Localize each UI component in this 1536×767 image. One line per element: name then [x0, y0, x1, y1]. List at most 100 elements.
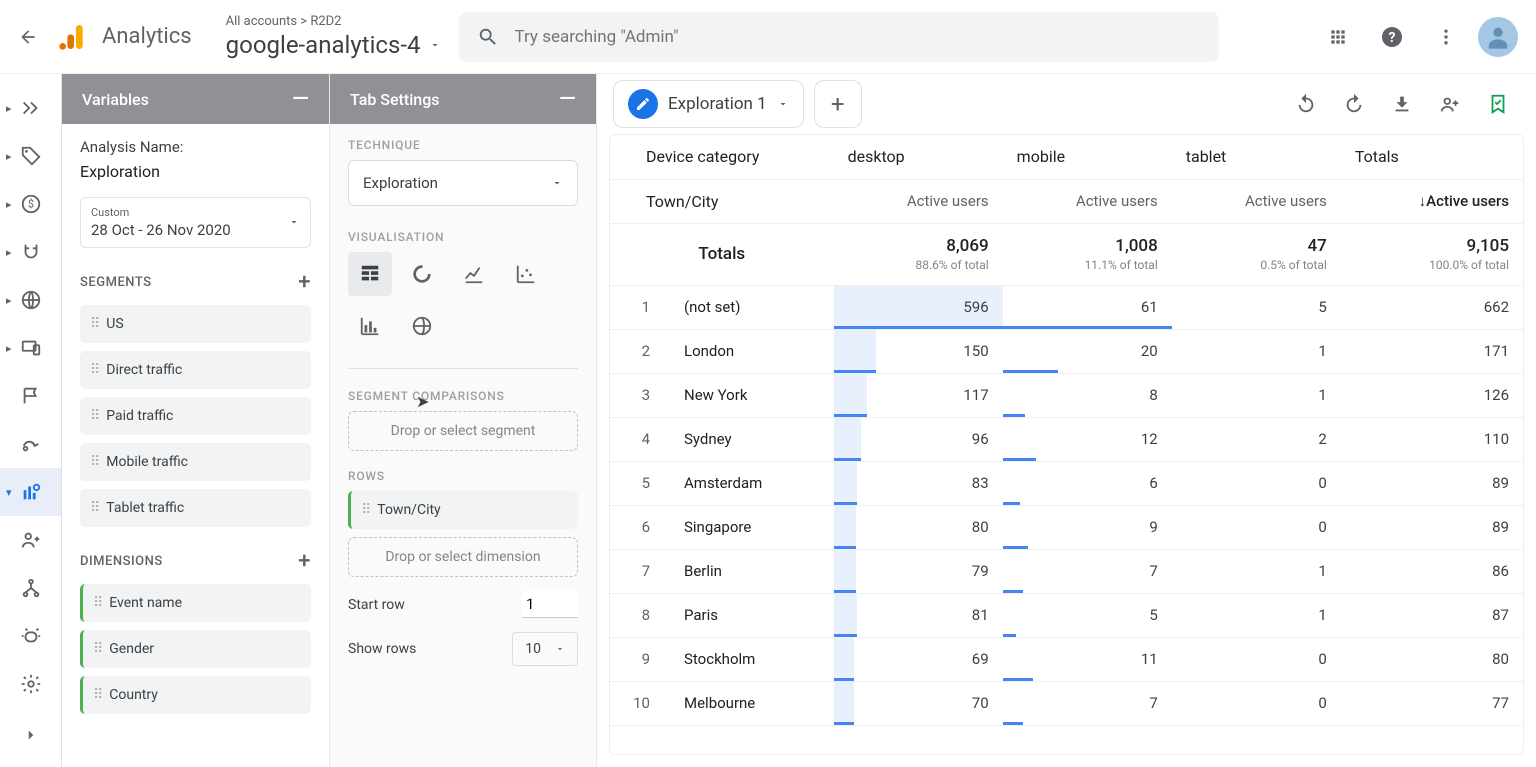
- apps-button[interactable]: [1316, 15, 1360, 59]
- scatter-icon: [515, 263, 537, 285]
- col-metric-desktop[interactable]: Active users: [834, 179, 1003, 223]
- nav-tech[interactable]: ▸: [0, 324, 61, 372]
- segment-chip[interactable]: ⠿Paid traffic: [80, 397, 311, 435]
- table-row[interactable]: 4Sydney96122110: [610, 417, 1523, 461]
- more-button[interactable]: [1424, 15, 1468, 59]
- col-metric-tablet[interactable]: Active users: [1172, 179, 1341, 223]
- line-chart-icon: [463, 263, 485, 285]
- more-vertical-icon: [1436, 27, 1456, 47]
- segment-dropzone[interactable]: Drop or select segment: [348, 411, 578, 451]
- table-row[interactable]: 7Berlin797186: [610, 549, 1523, 593]
- nav-demographics[interactable]: ▸: [0, 276, 61, 324]
- viz-donut-button[interactable]: [400, 252, 444, 296]
- table-row[interactable]: 5Amsterdam836089: [610, 461, 1523, 505]
- viz-scatter-button[interactable]: [504, 252, 548, 296]
- table-row[interactable]: 2London150201171: [610, 329, 1523, 373]
- viz-table-button[interactable]: [348, 252, 392, 296]
- nav-tag[interactable]: ▸: [0, 132, 61, 180]
- share-button[interactable]: [1428, 82, 1472, 126]
- brand-name: Analytics: [102, 24, 192, 49]
- help-button[interactable]: ?: [1370, 15, 1414, 59]
- dimension-chip[interactable]: ⠿Country: [80, 676, 311, 714]
- segment-chip-label: Mobile traffic: [106, 454, 188, 470]
- col-tablet[interactable]: tablet: [1172, 135, 1341, 179]
- row-city: Amsterdam: [670, 461, 834, 505]
- nav-debug[interactable]: [0, 612, 61, 660]
- dimension-dropzone[interactable]: Drop or select dimension: [348, 537, 578, 577]
- analysis-name-value[interactable]: Exploration: [80, 162, 311, 181]
- exploration-table: Device category desktop mobile tablet To…: [610, 135, 1523, 726]
- grip-icon: ⠿: [93, 641, 101, 657]
- row-city: Melbourne: [670, 681, 834, 725]
- row-total: 77: [1341, 681, 1523, 725]
- col-mobile[interactable]: mobile: [1003, 135, 1172, 179]
- tag-icon: [20, 145, 42, 167]
- technique-select[interactable]: Exploration: [348, 160, 578, 206]
- segment-chip[interactable]: ⠿US: [80, 305, 311, 343]
- dimension-chip[interactable]: ⠿Gender: [80, 630, 311, 668]
- left-nav: ▸ ▸ ▸$ ▸ ▸ ▸ ▾: [0, 74, 62, 767]
- row-desktop: 83: [834, 461, 1003, 505]
- start-row-input[interactable]: [522, 591, 578, 618]
- tab-settings-title: Tab Settings: [350, 90, 440, 109]
- row-desktop: 96: [834, 417, 1003, 461]
- row-total: 89: [1341, 505, 1523, 549]
- svg-text:$: $: [27, 198, 33, 211]
- segment-chip-label: Direct traffic: [106, 362, 182, 378]
- viz-geo-button[interactable]: [400, 304, 444, 348]
- date-range-selector[interactable]: Custom 28 Oct - 26 Nov 2020: [80, 197, 311, 248]
- table-row[interactable]: 3New York11781126: [610, 373, 1523, 417]
- download-button[interactable]: [1380, 82, 1424, 126]
- nav-monetization[interactable]: ▸$: [0, 180, 61, 228]
- row-desktop: 81: [834, 593, 1003, 637]
- totals-tablet: 470.5% of total: [1172, 223, 1341, 285]
- grip-icon: ⠿: [93, 595, 101, 611]
- rows-label: ROWS: [348, 469, 578, 483]
- nav-audiences[interactable]: [0, 516, 61, 564]
- table-row[interactable]: 9Stockholm6911080: [610, 637, 1523, 681]
- viz-bar-button[interactable]: [348, 304, 392, 348]
- table-row[interactable]: 6Singapore809089: [610, 505, 1523, 549]
- variables-title: Variables: [82, 90, 149, 109]
- segment-chip[interactable]: ⠿Tablet traffic: [80, 489, 311, 527]
- segment-chip-label: US: [106, 316, 123, 332]
- collapse-variables-button[interactable]: —: [292, 87, 309, 112]
- row-index: 10: [610, 681, 670, 725]
- nav-path[interactable]: ▸: [0, 84, 61, 132]
- exploration-tab[interactable]: Exploration 1: [613, 80, 804, 128]
- viz-line-button[interactable]: [452, 252, 496, 296]
- table-row[interactable]: 8Paris815187: [610, 593, 1523, 637]
- segment-chip[interactable]: ⠿Direct traffic: [80, 351, 311, 389]
- segment-chip[interactable]: ⠿Mobile traffic: [80, 443, 311, 481]
- redo-button[interactable]: [1332, 82, 1376, 126]
- dimension-chip[interactable]: ⠿Event name: [80, 584, 311, 622]
- search-bar[interactable]: [459, 12, 1219, 62]
- property-selector[interactable]: All accounts > R2D2 google-analytics-4: [226, 14, 441, 59]
- add-dimension-button[interactable]: +: [298, 549, 311, 574]
- show-rows-select[interactable]: 10: [512, 632, 578, 666]
- search-input[interactable]: [515, 27, 1201, 47]
- add-segment-button[interactable]: +: [298, 270, 311, 295]
- row-city: Stockholm: [670, 637, 834, 681]
- collapse-tabsettings-button[interactable]: —: [559, 87, 576, 112]
- nav-admin[interactable]: [0, 660, 61, 708]
- col-metric-mobile[interactable]: Active users: [1003, 179, 1172, 223]
- nav-expand[interactable]: [0, 711, 61, 759]
- back-button[interactable]: [8, 17, 48, 57]
- nav-user-explorer[interactable]: [0, 564, 61, 612]
- add-tab-button[interactable]: +: [814, 80, 862, 128]
- row-chip-towncity[interactable]: ⠿Town/City: [348, 491, 578, 529]
- table-row[interactable]: 1(not set)596615662: [610, 285, 1523, 329]
- nav-events[interactable]: [0, 372, 61, 420]
- col-desktop[interactable]: desktop: [834, 135, 1003, 179]
- row-tablet: 2: [1172, 417, 1341, 461]
- save-button[interactable]: [1476, 82, 1520, 126]
- undo-button[interactable]: [1284, 82, 1328, 126]
- table-row[interactable]: 10Melbourne707077: [610, 681, 1523, 725]
- nav-retention[interactable]: ▸: [0, 228, 61, 276]
- nav-conversions[interactable]: [0, 420, 61, 468]
- col-metric-total[interactable]: ↓Active users: [1341, 179, 1523, 223]
- account-avatar[interactable]: [1478, 17, 1518, 57]
- nav-explore[interactable]: ▾: [0, 468, 61, 516]
- col-totals[interactable]: Totals: [1341, 135, 1523, 179]
